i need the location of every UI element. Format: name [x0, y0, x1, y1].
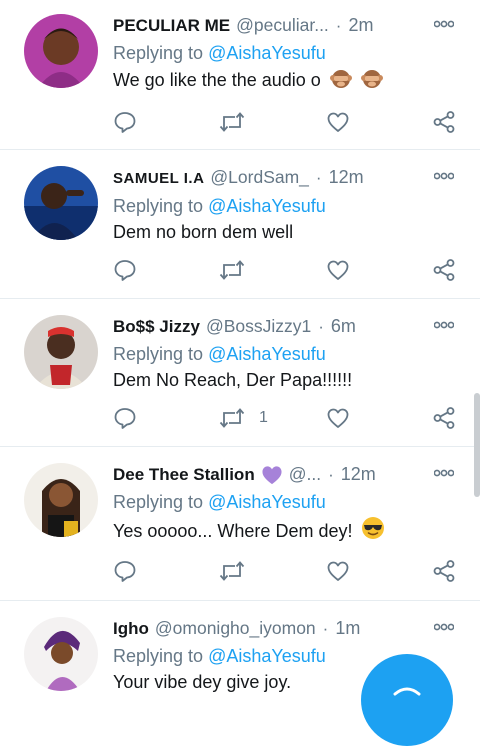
mention-link[interactable]: @AishaYesufu — [208, 492, 326, 512]
timestamp[interactable]: 12m — [329, 166, 364, 188]
heart-icon — [327, 408, 349, 428]
retweet-icon — [219, 112, 245, 132]
separator-dot: · — [318, 317, 324, 336]
avatar[interactable] — [24, 463, 98, 537]
tweet[interactable]: PECULIAR ME @peculiar... · 2m Replying t… — [0, 0, 480, 150]
display-name[interactable]: Igho — [113, 618, 149, 640]
more-icon[interactable] — [434, 469, 454, 477]
share-icon — [433, 111, 455, 133]
share-icon — [433, 259, 455, 281]
reply-icon — [114, 260, 136, 281]
timestamp[interactable]: 12m — [341, 463, 376, 485]
more-icon[interactable] — [434, 623, 454, 631]
handle[interactable]: @... — [289, 463, 321, 485]
scrollbar[interactable] — [474, 393, 480, 497]
replying-to: Replying to @AishaYesufu — [113, 43, 326, 63]
retweet-icon — [219, 408, 245, 428]
retweet-count: 1 — [259, 409, 268, 426]
purple-heart-icon — [262, 465, 282, 484]
timestamp[interactable]: 1m — [335, 617, 360, 639]
like-button[interactable] — [326, 257, 350, 283]
tweet-feed: PECULIAR ME @peculiar... · 2m Replying t… — [0, 0, 480, 711]
compose-button[interactable] — [361, 654, 453, 746]
tweet-text: Dem no born dem well — [113, 222, 294, 242]
heart-icon — [327, 561, 349, 581]
share-button[interactable] — [432, 257, 456, 283]
like-button[interactable] — [326, 558, 350, 584]
tweet[interactable]: Bo$$ Jizzy @BossJizzy1 · 6m Replying to … — [0, 299, 480, 447]
timestamp[interactable]: 6m — [331, 315, 356, 337]
display-name[interactable]: Dee Thee Stallion — [113, 464, 255, 486]
reply-icon — [114, 408, 136, 429]
handle[interactable]: @BossJizzy1 — [206, 315, 311, 337]
handle[interactable]: @LordSam_ — [210, 166, 309, 188]
more-icon[interactable] — [434, 172, 454, 180]
handle[interactable]: @omonigho_iyomon — [155, 617, 316, 639]
mention-link[interactable]: @AishaYesufu — [208, 344, 326, 364]
mention-link[interactable]: @AishaYesufu — [208, 196, 326, 216]
share-icon — [433, 407, 455, 429]
tweet-actions — [113, 257, 463, 283]
display-name[interactable]: PECULIAR ME — [113, 15, 230, 37]
mention-link[interactable]: @AishaYesufu — [208, 646, 326, 666]
tweet[interactable]: Dee Thee Stallion @... · 12m Replying to… — [0, 447, 480, 601]
see-no-evil-monkey-icon — [329, 70, 352, 88]
compose-icon — [393, 687, 421, 696]
sunglasses-face-icon — [362, 517, 385, 539]
reply-button[interactable] — [113, 109, 137, 135]
like-button[interactable] — [326, 405, 350, 431]
more-icon[interactable] — [434, 20, 454, 28]
retweet-button[interactable] — [219, 109, 245, 135]
avatar[interactable] — [24, 617, 98, 691]
tweet-text: Dem No Reach, Der Papa!!!!!! — [113, 370, 353, 390]
reply-button[interactable] — [113, 558, 137, 584]
share-button[interactable] — [432, 405, 456, 431]
heart-icon — [327, 260, 349, 280]
reply-button[interactable] — [113, 257, 137, 283]
retweet-icon — [219, 561, 245, 581]
retweet-button[interactable] — [219, 257, 245, 283]
replying-to: Replying to @AishaYesufu — [113, 492, 326, 512]
tweet-text: Yes ooooo... Where Dem dey! — [113, 516, 460, 543]
timestamp[interactable]: 2m — [348, 14, 373, 36]
tweet-text: We go like the the audio o — [113, 67, 460, 92]
like-button[interactable] — [326, 109, 350, 135]
share-button[interactable] — [432, 558, 456, 584]
separator-dot: · — [328, 465, 334, 484]
avatar[interactable] — [24, 315, 98, 389]
reply-icon — [114, 112, 136, 133]
replying-to: Replying to @AishaYesufu — [113, 344, 326, 364]
avatar[interactable] — [24, 166, 98, 240]
tweet-actions — [113, 558, 463, 584]
handle[interactable]: @peculiar... — [236, 14, 329, 36]
separator-dot: · — [335, 16, 342, 35]
reply-button[interactable] — [113, 405, 137, 431]
tweet[interactable]: SAMUEL I.A @LordSam_ · 12m Replying to @… — [0, 150, 480, 299]
avatar[interactable] — [24, 14, 98, 88]
retweet-button[interactable]: 1 — [219, 405, 268, 431]
share-icon — [433, 560, 455, 582]
separator-dot: · — [322, 619, 329, 638]
share-button[interactable] — [432, 109, 456, 135]
display-name[interactable]: SAMUEL I.A — [113, 168, 204, 190]
tweet-actions: 1 — [113, 405, 463, 431]
replying-to: Replying to @AishaYesufu — [113, 196, 326, 216]
reply-icon — [114, 561, 136, 582]
display-name[interactable]: Bo$$ Jizzy — [113, 316, 200, 338]
more-icon[interactable] — [434, 321, 454, 329]
mention-link[interactable]: @AishaYesufu — [208, 43, 326, 63]
see-no-evil-monkey-icon — [360, 70, 383, 88]
retweet-icon — [219, 260, 245, 280]
tweet-actions — [113, 109, 463, 135]
heart-icon — [327, 112, 349, 132]
separator-dot: · — [315, 168, 322, 187]
retweet-button[interactable] — [219, 558, 245, 584]
